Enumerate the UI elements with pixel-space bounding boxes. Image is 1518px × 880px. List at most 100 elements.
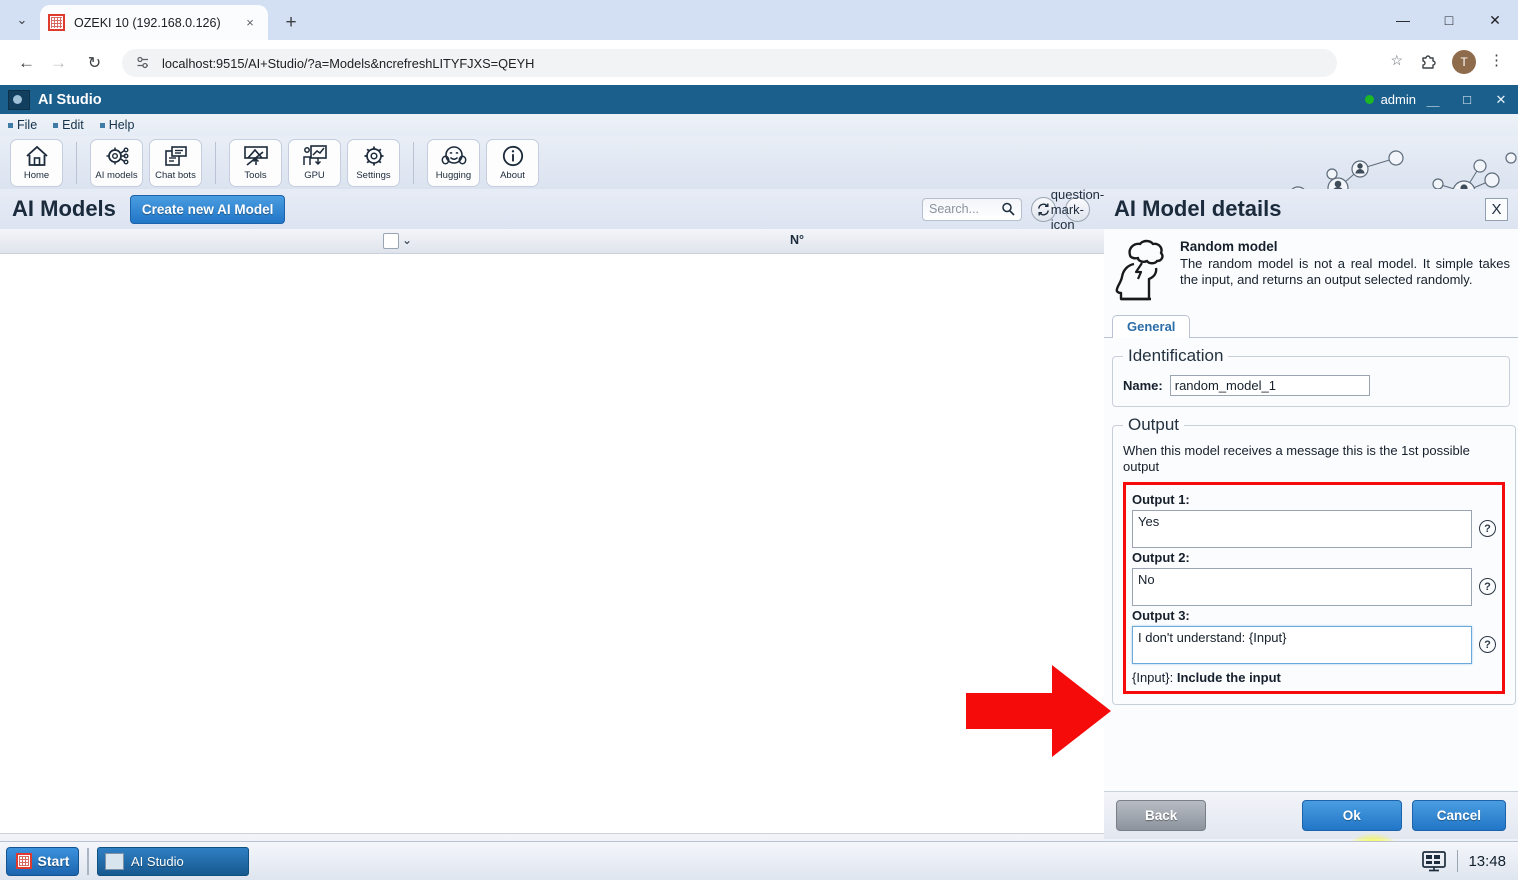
toolbar-label: Hugging — [435, 170, 472, 181]
input-token-hint: {Input}: Include the input — [1132, 664, 1496, 685]
browser-tab-title: OZEKI 10 (192.168.0.126) — [74, 15, 221, 30]
tab-search-caret-icon[interactable]: ⌄ — [6, 4, 38, 36]
output-3-textarea[interactable] — [1132, 625, 1472, 664]
bullet-icon — [99, 122, 105, 128]
menu-item-help[interactable]: Help — [99, 118, 134, 132]
gpu-chart-icon — [302, 145, 327, 166]
taskbar-clock[interactable]: 13:48 — [1468, 853, 1506, 870]
toolbar-label: Chat bots — [155, 170, 196, 181]
thinking-head-icon — [1115, 239, 1164, 301]
toolbar-button-hugging[interactable]: Hugging — [427, 138, 480, 187]
back-icon[interactable]: ← — [11, 47, 42, 78]
display-icon[interactable] — [1421, 850, 1447, 872]
details-title: AI Model details — [1114, 196, 1282, 221]
browser-maximize-button[interactable]: □ — [1426, 0, 1472, 40]
toolbar-button-settings[interactable]: Settings — [347, 138, 400, 187]
toolbar-divider — [215, 141, 216, 184]
extensions-puzzle-icon[interactable] — [1418, 51, 1440, 73]
output-3-row: ? — [1132, 625, 1496, 664]
help-icon[interactable]: ? — [1479, 520, 1496, 537]
chat-bot-icon — [164, 146, 187, 166]
toolbar-button-chat-bots[interactable]: Chat bots — [149, 138, 202, 187]
select-all-checkbox[interactable] — [383, 233, 399, 249]
menu-item-edit[interactable]: Edit — [53, 118, 84, 132]
output-3-label: Output 3: — [1132, 607, 1190, 623]
screen: ⌄ OZEKI 10 (192.168.0.126) × + — □ ✕ ← →… — [0, 0, 1518, 880]
menu-label: File — [17, 118, 38, 132]
menu-item-file[interactable]: File — [8, 118, 37, 132]
browser-omnibar: ← → ↻ localhost:9515/AI+Studio/?a=Models… — [0, 40, 1518, 85]
menu-label: Edit — [62, 118, 84, 132]
ai-model-details-panel: AI Model details X Random model The rand… — [1104, 189, 1518, 880]
site-settings-icon — [137, 56, 148, 69]
help-icon[interactable]: question-mark-icon — [1051, 187, 1104, 232]
taskbar-item-ai-studio[interactable]: AI Studio — [97, 846, 249, 876]
browser-close-button[interactable]: ✕ — [1472, 0, 1518, 40]
browser-minimize-button[interactable]: — — [1380, 0, 1426, 40]
output-1-textarea[interactable] — [1132, 509, 1472, 548]
output-group: Output When this model receives a messag… — [1112, 415, 1516, 705]
toolbar-label: Settings — [356, 170, 391, 181]
tab-general[interactable]: General — [1112, 315, 1191, 338]
browser-tab[interactable]: OZEKI 10 (192.168.0.126) × — [40, 5, 268, 40]
output-fields-highlight: Output 1: ? Output 2: ? Output 3: — [1123, 481, 1505, 694]
create-new-ai-model-button[interactable]: Create new AI Model — [129, 194, 286, 224]
list-pane-header: AI Models Create new AI Model Search... — [0, 187, 1104, 232]
toolbar-label: AI models — [95, 170, 138, 181]
bookmark-star-icon[interactable]: ☆ — [1390, 52, 1403, 69]
app-close-button[interactable]: ✕ — [1484, 85, 1518, 114]
toolbar-label: Home — [23, 170, 50, 181]
grid-header-row: ⌄ N° — [0, 229, 1104, 254]
back-button[interactable]: Back — [1116, 800, 1207, 831]
avatar[interactable]: T — [1452, 50, 1476, 74]
toolbar-divider — [76, 141, 77, 184]
chevron-down-icon[interactable]: ⌄ — [402, 233, 412, 247]
help-icon[interactable]: ? — [1479, 636, 1496, 653]
output-2-row: ? — [1132, 567, 1496, 606]
current-user[interactable]: admin — [1364, 92, 1416, 107]
ok-button[interactable]: Ok — [1301, 800, 1402, 831]
new-tab-button[interactable]: + — [276, 9, 306, 37]
forward-icon[interactable]: → — [43, 47, 74, 78]
details-body: Random model The random model is not a r… — [1104, 229, 1518, 839]
taskbar-divider — [87, 847, 89, 875]
close-icon[interactable]: × — [240, 13, 260, 33]
toolbar-button-tools[interactable]: Tools — [229, 138, 282, 187]
model-name-input[interactable] — [1169, 375, 1370, 396]
app-minimize-button[interactable]: ＿ — [1416, 85, 1450, 114]
search-placeholder: Search... — [929, 202, 980, 216]
column-header-number[interactable]: N° — [790, 233, 804, 247]
toolbar-button-ai-models[interactable]: AI models — [90, 138, 143, 187]
start-button[interactable]: Start — [6, 846, 79, 876]
browser-menu-icon[interactable]: ⋮ — [1489, 51, 1504, 69]
username-label: admin — [1380, 92, 1416, 107]
os-taskbar: Start AI Studio 13:48 — [0, 841, 1518, 880]
red-right-arrow — [966, 665, 1111, 757]
bullet-icon — [8, 122, 13, 128]
close-icon[interactable]: X — [1485, 197, 1508, 221]
model-name: Random model — [1180, 239, 1278, 254]
address-bar[interactable]: localhost:9515/AI+Studio/?a=Models&ncref… — [122, 49, 1337, 77]
toolbar-label: Tools — [244, 170, 267, 181]
details-footer: Back Ok Cancel — [1104, 791, 1518, 839]
output-2-textarea[interactable] — [1132, 567, 1472, 606]
help-icon[interactable]: ? — [1479, 578, 1496, 595]
model-summary: Random model The random model is not a r… — [1104, 229, 1518, 307]
app-maximize-button[interactable]: □ — [1450, 85, 1484, 114]
page-title: AI Models — [12, 196, 116, 221]
output-2-label: Output 2: — [1132, 549, 1190, 565]
bullet-icon — [53, 122, 59, 128]
toolbar-label: About — [500, 170, 525, 181]
toolbar-button-home[interactable]: Home — [10, 138, 63, 187]
toolbar-button-gpu[interactable]: GPU — [288, 138, 341, 187]
ai-studio-window: AI Studio admin ＿ □ ✕ File Edit Help Hom… — [0, 85, 1518, 880]
online-status-icon — [1364, 95, 1374, 104]
app-toolbar: Home AI models Chat bots Tools GPU Setti… — [0, 136, 1518, 240]
grid-body-empty[interactable] — [0, 254, 1104, 880]
reload-icon[interactable]: ↻ — [79, 47, 110, 78]
hugging-face-icon — [441, 146, 466, 165]
cancel-button[interactable]: Cancel — [1411, 800, 1506, 831]
toolbar-label: GPU — [304, 170, 325, 181]
search-input[interactable]: Search... — [922, 197, 1022, 221]
toolbar-button-about[interactable]: About — [486, 138, 539, 187]
